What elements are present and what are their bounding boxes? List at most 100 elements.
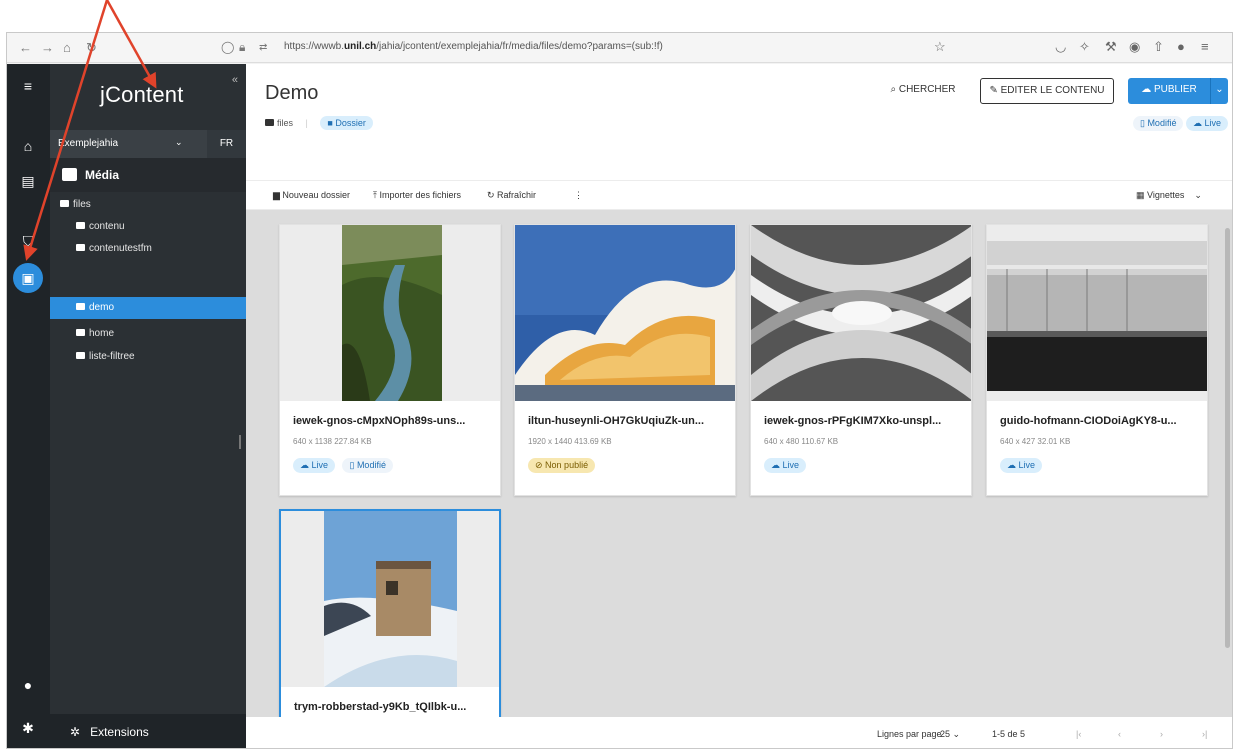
rows-per-page-select[interactable]: 25 ⌄ — [940, 729, 960, 740]
home-icon[interactable]: ⌂ — [63, 40, 71, 55]
status-badge-live: ☁ Live — [764, 458, 807, 473]
breadcrumb-files[interactable]: files — [277, 118, 293, 128]
share-icon[interactable]: ⇧ — [1153, 39, 1164, 55]
prev-page-icon[interactable]: ‹ — [1118, 729, 1121, 739]
tree-item-demo[interactable]: demo — [50, 297, 246, 319]
import-files-button[interactable]: ⤒ Importer des fichiers — [373, 190, 461, 201]
thumbnail-image — [280, 225, 500, 401]
chevron-down-icon: ⌄ — [1194, 190, 1202, 200]
jcontent-logo: jContent — [100, 82, 184, 107]
search-button[interactable]: ⌕ CHERCHER — [878, 78, 968, 104]
profile-icon[interactable]: ● — [1177, 39, 1185, 54]
app-rail: ≡ ⌂ ▤ ⛉ ▣ ● ✱ — [7, 64, 50, 748]
content-icon[interactable]: ⛉ — [18, 231, 38, 251]
user-icon[interactable]: ● — [18, 675, 38, 695]
navigation-panel: jContent « Exemplejahia ⌄ FR Média files… — [50, 64, 246, 748]
spiral-architecture-image — [751, 225, 971, 401]
more-actions-button[interactable]: ⋮ — [574, 190, 583, 201]
language-selector[interactable]: FR — [207, 130, 246, 158]
image-icon — [62, 168, 77, 181]
file-name: guido-hofmann-CIODoiAgKY8-u... — [1000, 415, 1177, 427]
media-card[interactable]: iewek-gnos-rPFgKIM7Xko-unspl... 640 x 48… — [750, 224, 972, 496]
menu-icon[interactable]: ≡ — [1201, 39, 1209, 54]
view-mode-selector[interactable]: ▦ Vignettes ⌄ — [1136, 190, 1202, 201]
media-grid: iewek-gnos-cMpxNOph89s-uns... 640 x 1138… — [246, 210, 1232, 748]
url-field[interactable]: https://wwwb.unil.ch/jahia/jcontent/exem… — [284, 41, 663, 52]
folder-plus-icon: ▆ — [273, 190, 283, 200]
back-icon[interactable]: ← — [19, 40, 32, 55]
home-nav-icon[interactable]: ⌂ — [18, 136, 38, 156]
tools-icon[interactable]: ⚒ — [1105, 39, 1117, 55]
file-meta: 640 x 427 32.01 KB — [1000, 437, 1071, 446]
media-section-header: Média — [50, 158, 246, 192]
media-card[interactable]: iltun-huseynli-OH7GkUqiuZk-un... 1920 x … — [514, 224, 736, 496]
clipboard-icon[interactable]: ▤ — [18, 171, 38, 191]
main-content: Demo files | ■ Dossier ⌕ CHERCHER ✎ EDIT… — [246, 64, 1232, 748]
tree-item-files[interactable]: files — [50, 194, 246, 216]
first-page-icon[interactable]: |‹ — [1076, 729, 1081, 739]
pagination-bar: Lignes par page 25 ⌄ 1-5 de 5 |‹ ‹ › ›| — [246, 717, 1232, 748]
media-card[interactable]: guido-hofmann-CIODoiAgKY8-u... 640 x 427… — [986, 224, 1208, 496]
next-page-icon[interactable]: › — [1160, 729, 1163, 739]
search-icon: ⌕ — [890, 84, 899, 95]
site-name: Exemplejahia — [58, 138, 119, 149]
shield-icon[interactable]: ◯ — [221, 40, 234, 54]
curved-building-image — [515, 225, 735, 401]
new-folder-button[interactable]: ▆ Nouveau dossier — [273, 190, 350, 201]
status-badge-unpublished: ⊘ Non publié — [528, 458, 596, 473]
site-selector[interactable]: Exemplejahia ⌄ FR — [50, 130, 246, 158]
thumbnail-image — [281, 511, 499, 687]
extensions-button[interactable]: ✲ Extensions — [50, 714, 246, 748]
browser-window: ← → ⌂ ↻ ◯ 🔒︎ ⇄ https://wwwb.unil.ch/jahi… — [6, 32, 1233, 749]
status-badges: ☁ Live ▯ Modifié — [293, 455, 396, 473]
file-name: trym-robberstad-y9Kb_tQIlbk-u... — [294, 701, 467, 713]
tree-item-liste-filtree[interactable]: liste-filtree — [50, 346, 246, 368]
status-badges: ☁ Live — [764, 455, 809, 473]
tree-item-contenu[interactable]: contenu — [50, 216, 246, 238]
tree-item-contenutestfm[interactable]: contenutestfm — [50, 238, 246, 260]
lock-icon: 🔒︎ — [239, 40, 246, 54]
chevron-down-icon: ⌄ — [950, 729, 961, 739]
media-nav-icon[interactable]: ▣ — [13, 263, 43, 293]
folder-icon — [76, 329, 85, 336]
cloud-upload-icon: ☁ — [1141, 84, 1154, 95]
status-badges: ☁ Live — [1000, 455, 1045, 473]
chevron-down-icon: ⌄ — [175, 137, 183, 147]
rows-per-page-label: Lignes par page — [877, 729, 942, 739]
account-icon[interactable]: ◉ — [1129, 39, 1140, 55]
browser-toolbar: ← → ⌂ ↻ ◯ 🔒︎ ⇄ https://wwwb.unil.ch/jahi… — [7, 33, 1232, 63]
refresh-button[interactable]: ↻ Rafraîchir — [487, 190, 536, 201]
hamburger-menu-icon[interactable]: ≡ — [18, 76, 38, 96]
permissions-icon[interactable]: ⇄ — [259, 42, 267, 53]
collapse-panel-button[interactable]: « — [232, 74, 238, 86]
type-badge: ■ Dossier — [320, 116, 373, 130]
panel-resize-handle[interactable] — [239, 435, 241, 449]
extensions-icon: ✲ — [70, 725, 81, 739]
reload-icon[interactable]: ↻ — [86, 40, 97, 56]
media-card[interactable]: iewek-gnos-cMpxNOph89s-uns... 640 x 1138… — [279, 224, 501, 496]
pencil-icon: ✎ — [989, 85, 1001, 96]
last-page-icon[interactable]: ›| — [1202, 729, 1207, 739]
chevron-down-icon: ⌄ — [1215, 84, 1224, 95]
content-toolbar: ▆ Nouveau dossier ⤒ Importer des fichier… — [246, 180, 1232, 210]
publish-dropdown-button[interactable]: ⌄ — [1210, 78, 1228, 104]
glass-pavilion-image — [987, 225, 1207, 401]
publish-button[interactable]: ☁ PUBLIER — [1128, 78, 1210, 104]
grid-scrollbar[interactable] — [1225, 228, 1230, 648]
thumbnail-image — [515, 225, 735, 401]
tree-item-home[interactable]: home — [50, 323, 246, 345]
extension-icon[interactable]: ✧ — [1079, 39, 1090, 55]
settings-gear-icon[interactable]: ✱ — [18, 718, 38, 738]
status-badge-modified: ▯ Modifié — [1132, 116, 1184, 131]
thumbnail-image — [987, 225, 1207, 401]
status-badge-live: ☁ Live — [1185, 116, 1228, 131]
page-title: Demo — [265, 82, 319, 104]
media-card[interactable]: trym-robberstad-y9Kb_tQIlbk-u... — [279, 509, 501, 719]
breadcrumb: files | ■ Dossier — [265, 116, 373, 130]
pocket-icon[interactable]: ◡ — [1055, 39, 1066, 55]
folder-icon — [60, 200, 69, 207]
forward-icon[interactable]: → — [41, 40, 54, 55]
bookmark-star-icon[interactable]: ☆ — [934, 39, 946, 55]
status-badge-modified: ▯ Modifié — [342, 458, 393, 473]
edit-content-button[interactable]: ✎ EDITER LE CONTENU — [980, 78, 1114, 104]
